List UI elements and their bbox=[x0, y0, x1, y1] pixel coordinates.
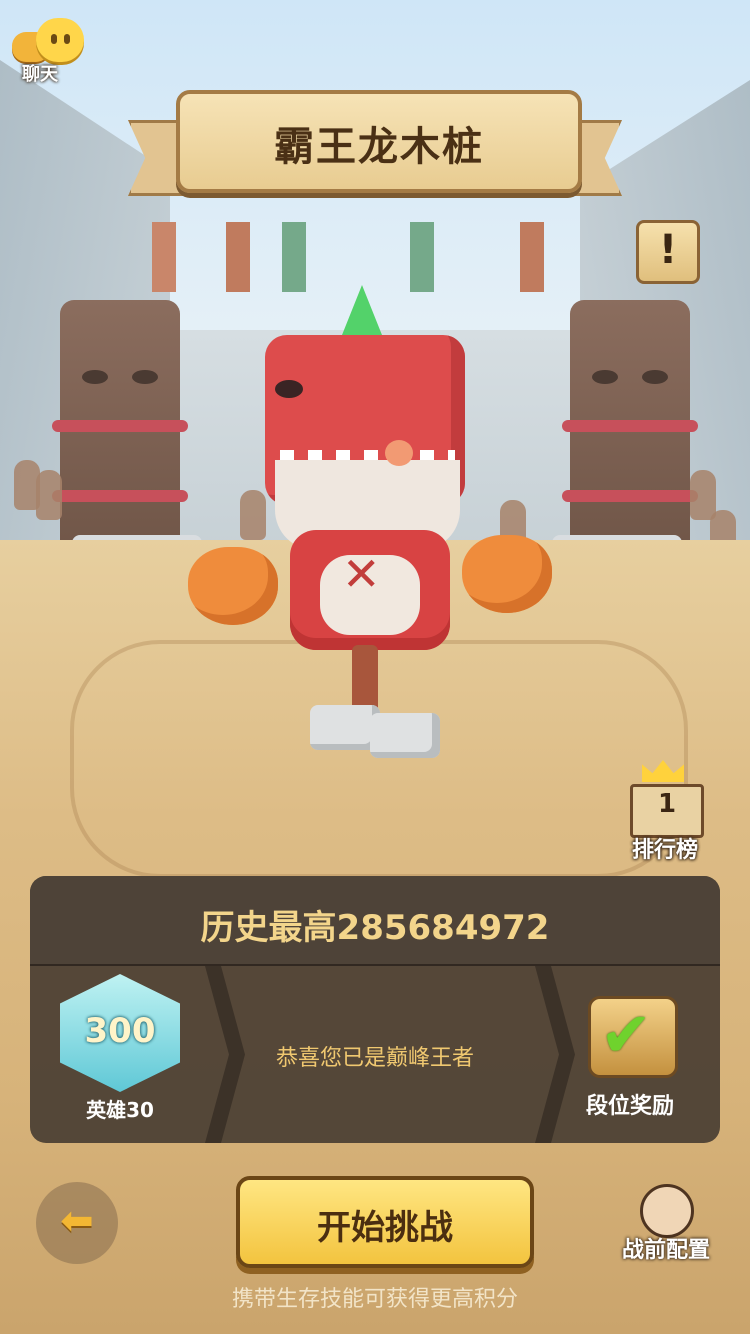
boxing-glove-right bbox=[462, 535, 552, 613]
dummy-spike bbox=[340, 285, 384, 340]
back-button[interactable]: ⬅ bbox=[36, 1182, 118, 1264]
rock bbox=[370, 713, 440, 758]
chat-face-icon bbox=[36, 18, 84, 62]
pre-battle-config-label: 战前配置 bbox=[621, 1238, 710, 1263]
chevron-divider bbox=[535, 966, 575, 1143]
rank-badge-number: 300 bbox=[84, 1011, 156, 1051]
exclamation-icon: ! bbox=[658, 227, 678, 273]
congrats-text: 恭喜您已是巅峰王者 bbox=[275, 1046, 474, 1071]
stats-panel-header: 历史最高285684972 bbox=[30, 876, 720, 966]
spectator bbox=[36, 470, 62, 520]
title-banner: 霸王龙木桩 bbox=[128, 90, 622, 205]
checkmark-icon: ✔ bbox=[600, 998, 652, 1071]
rank-badge-label: 英雄30 bbox=[86, 1098, 154, 1122]
boxing-glove-left bbox=[188, 547, 278, 625]
hanging-banner bbox=[282, 222, 306, 292]
chat-label: 聊天 bbox=[22, 64, 58, 85]
dummy-eye bbox=[275, 380, 303, 398]
leaderboard-label: 排行榜 bbox=[631, 838, 698, 863]
hanging-banner bbox=[226, 222, 250, 292]
dummy-tongue bbox=[385, 440, 413, 466]
hanging-banner bbox=[520, 222, 544, 292]
stats-panel: 历史最高285684972 300 英雄30 恭喜您已是巅峰王者 ✔ 段位奖励 bbox=[30, 876, 720, 1143]
arrow-left-icon: ⬅ bbox=[60, 1198, 94, 1244]
spectator bbox=[690, 470, 716, 520]
crown-icon bbox=[642, 760, 684, 782]
start-challenge-label: 开始挑战 bbox=[317, 1208, 453, 1248]
hanging-banner bbox=[410, 222, 434, 292]
hint-text: 携带生存技能可获得更高积分 bbox=[231, 1287, 518, 1312]
page-title: 霸王龙木桩 bbox=[274, 124, 484, 170]
trex-training-dummy: ✕ bbox=[180, 285, 560, 765]
hanging-banner bbox=[152, 222, 176, 292]
pre-battle-config-button[interactable]: 战前配置 bbox=[618, 1184, 714, 1264]
avatar-icon bbox=[640, 1184, 694, 1238]
totem-left bbox=[52, 300, 188, 560]
best-score: 历史最高285684972 bbox=[200, 908, 550, 948]
x-mark-icon: ✕ bbox=[342, 547, 381, 601]
start-challenge-button[interactable]: 开始挑战 bbox=[236, 1176, 534, 1268]
chat-button[interactable]: 聊天 bbox=[8, 10, 88, 85]
podium-icon: 1 bbox=[630, 784, 704, 838]
totem-right bbox=[562, 300, 698, 560]
ribbon-body: 霸王龙木桩 bbox=[176, 90, 582, 193]
podium-rank: 1 bbox=[657, 789, 677, 819]
rank-reward-label: 段位奖励 bbox=[585, 1094, 674, 1119]
rank-reward-button[interactable]: ✔ 段位奖励 bbox=[570, 996, 690, 1136]
leaderboard-button[interactable]: 1 排行榜 bbox=[620, 760, 710, 863]
notice-button[interactable]: ! bbox=[636, 220, 700, 284]
